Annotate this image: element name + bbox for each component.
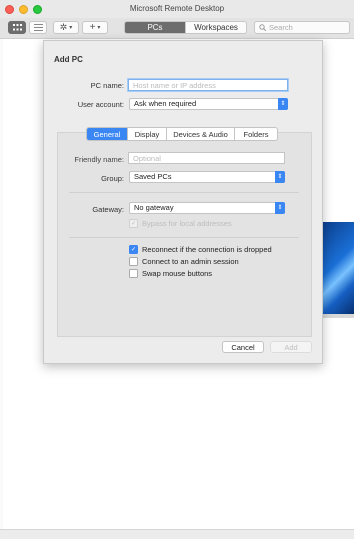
tab-workspaces[interactable]: Workspaces xyxy=(185,22,246,33)
group-select[interactable]: Saved PCs ⇕ xyxy=(129,171,285,183)
reconnect-checkbox[interactable]: ✓ Reconnect if the connection is dropped xyxy=(129,245,272,254)
view-switcher: PCs Workspaces xyxy=(124,21,247,34)
add-pc-dialog: Add PC PC name: User account: Ask when r… xyxy=(43,40,323,364)
tab-pcs[interactable]: PCs xyxy=(125,22,185,33)
friendly-name-input[interactable] xyxy=(133,153,284,163)
gateway-select[interactable]: No gateway ⇕ xyxy=(129,202,285,214)
settings-menu-button[interactable]: ✲ ▾ xyxy=(53,21,79,34)
friendly-name-field[interactable] xyxy=(128,152,285,164)
settings-tabs: General Display Devices & Audio Folders xyxy=(86,127,278,141)
tab-folders[interactable]: Folders xyxy=(234,128,277,140)
bypass-local-checkbox[interactable]: ✓ Bypass for local addresses xyxy=(129,219,232,228)
gateway-label: Gateway: xyxy=(92,205,124,214)
pc-name-field[interactable] xyxy=(128,79,288,91)
tab-display[interactable]: Display xyxy=(127,128,166,140)
divider xyxy=(69,237,299,238)
group-label: Group: xyxy=(101,174,124,183)
checkbox-empty-icon xyxy=(129,269,138,278)
grid-view-button[interactable] xyxy=(8,21,26,34)
grid-view-icon xyxy=(12,24,22,31)
add-icon: + xyxy=(89,22,96,33)
bypass-local-label: Bypass for local addresses xyxy=(142,219,232,228)
chevron-updown-icon: ⇕ xyxy=(275,202,285,214)
search-placeholder: Search xyxy=(269,23,293,32)
swap-mouse-checkbox[interactable]: Swap mouse buttons xyxy=(129,269,212,278)
chevron-down-icon: ▾ xyxy=(97,25,101,31)
admin-session-checkbox[interactable]: Connect to an admin session xyxy=(129,257,239,266)
add-menu-button[interactable]: + ▾ xyxy=(82,21,108,34)
pc-name-label: PC name: xyxy=(90,81,124,90)
swap-mouse-label: Swap mouse buttons xyxy=(142,269,213,278)
tab-devices-audio[interactable]: Devices & Audio xyxy=(166,128,234,140)
search-icon xyxy=(259,24,266,31)
reconnect-label: Reconnect if the connection is dropped xyxy=(142,245,272,254)
group-value: Saved PCs xyxy=(134,172,172,181)
divider xyxy=(69,192,299,193)
cancel-button[interactable]: Cancel xyxy=(222,341,264,353)
chevron-updown-icon: ⇕ xyxy=(275,171,285,183)
checkmark-icon: ✓ xyxy=(129,245,138,254)
dialog-title: Add PC xyxy=(54,55,83,64)
list-view-button[interactable] xyxy=(29,21,47,34)
title-bar: Microsoft Remote Desktop xyxy=(0,0,354,18)
gear-icon: ✲ xyxy=(59,22,68,32)
checkmark-icon: ✓ xyxy=(129,219,138,228)
user-account-label: User account: xyxy=(77,100,124,109)
sidebar-edge xyxy=(0,39,3,529)
checkbox-empty-icon xyxy=(129,257,138,266)
window-title: Microsoft Remote Desktop xyxy=(129,4,225,13)
toolbar: ✲ ▾ + ▾ PCs Workspaces Search xyxy=(0,18,354,39)
pc-thumbnail-label-bar xyxy=(321,314,354,318)
chevron-down-icon: ▾ xyxy=(69,25,73,31)
add-button[interactable]: Add xyxy=(270,341,312,353)
search-input[interactable]: Search xyxy=(254,21,350,34)
chevron-updown-icon: ⇕ xyxy=(278,98,288,110)
admin-session-label: Connect to an admin session xyxy=(142,257,239,266)
friendly-name-label: Friendly name: xyxy=(74,155,124,164)
gateway-value: No gateway xyxy=(134,203,174,212)
tab-general[interactable]: General xyxy=(87,128,127,140)
pc-thumbnail[interactable] xyxy=(321,222,354,314)
pc-name-input[interactable] xyxy=(133,80,287,90)
list-view-icon xyxy=(33,24,43,31)
user-account-value: Ask when required xyxy=(134,99,197,108)
user-account-select[interactable]: Ask when required ⇕ xyxy=(129,98,288,110)
